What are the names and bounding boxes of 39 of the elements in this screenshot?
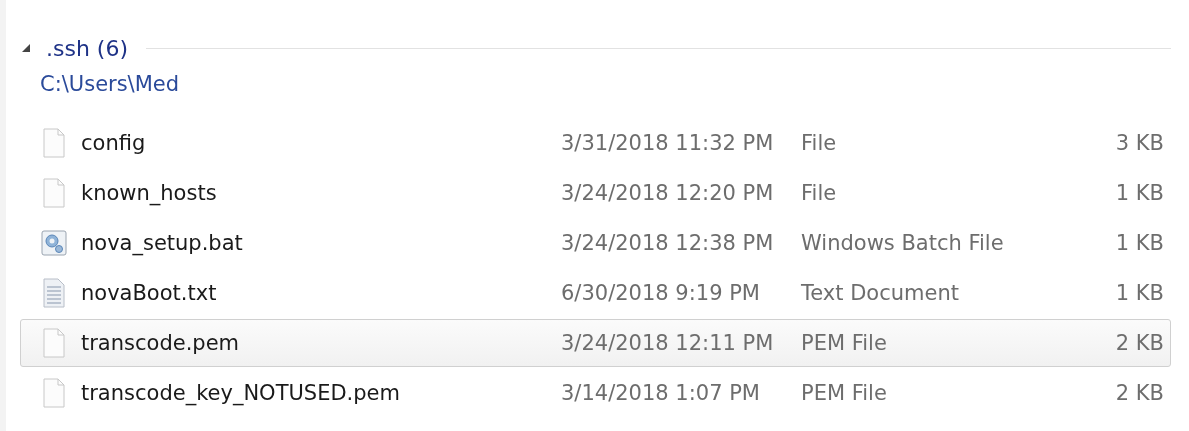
file-name: novaBoot.txt bbox=[81, 281, 217, 305]
file-date: 3/31/2018 11:32 PM bbox=[561, 131, 775, 155]
file-name: transcode_key_NOTUSED.pem bbox=[81, 381, 400, 405]
file-type: Windows Batch File bbox=[801, 231, 1005, 255]
file-row[interactable]: config 3/31/2018 11:32 PM File 3 KB bbox=[20, 119, 1171, 167]
file-date: 3/24/2018 12:38 PM bbox=[561, 231, 775, 255]
file-row[interactable]: transcode_key_NOTUSED.pem 3/14/2018 1:07 PM PEM File 2 KB bbox=[20, 369, 1171, 417]
file-size: 3 KB bbox=[1115, 131, 1165, 155]
file-row[interactable]: novaBoot.txt 6/30/2018 9:19 PM Text Document 1 KB bbox=[20, 269, 1171, 317]
file-size: 2 KB bbox=[1115, 381, 1165, 405]
file-type: PEM File bbox=[801, 331, 888, 355]
document-icon bbox=[41, 128, 67, 158]
file-name: transcode.pem bbox=[81, 331, 239, 355]
file-size: 2 KB bbox=[1115, 331, 1165, 355]
group-title[interactable]: .ssh (6) bbox=[46, 35, 129, 61]
file-date: 6/30/2018 9:19 PM bbox=[561, 281, 761, 305]
file-type: Text Document bbox=[801, 281, 960, 305]
gear-window-icon bbox=[41, 228, 67, 258]
file-name: known_hosts bbox=[81, 181, 217, 205]
document-icon bbox=[41, 378, 67, 408]
file-size: 1 KB bbox=[1115, 231, 1165, 255]
file-name: config bbox=[81, 131, 146, 155]
file-name: nova_setup.bat bbox=[81, 231, 243, 255]
file-date: 3/24/2018 12:20 PM bbox=[561, 181, 775, 205]
document-icon bbox=[41, 328, 67, 358]
file-date: 3/24/2018 12:11 PM bbox=[561, 331, 775, 355]
file-size: 1 KB bbox=[1115, 181, 1165, 205]
file-type: File bbox=[801, 131, 838, 155]
file-row[interactable]: nova_setup.bat 3/24/2018 12:38 PM Windows Batch File 1 KB bbox=[20, 219, 1171, 267]
file-date: 3/14/2018 1:07 PM bbox=[561, 381, 761, 405]
file-type: PEM File bbox=[801, 381, 888, 405]
document-icon bbox=[41, 178, 67, 208]
folder-path[interactable]: C:\Users\Med bbox=[40, 72, 180, 96]
text-document-icon bbox=[41, 278, 67, 308]
file-row[interactable]: known_hosts 3/24/2018 12:20 PM File 1 KB bbox=[20, 169, 1171, 217]
file-type: File bbox=[801, 181, 838, 205]
file-size: 1 KB bbox=[1115, 281, 1165, 305]
file-row[interactable]: transcode.pem 3/24/2018 12:11 PM PEM File 2 KB bbox=[20, 319, 1171, 367]
collapse-icon[interactable] bbox=[20, 42, 32, 54]
